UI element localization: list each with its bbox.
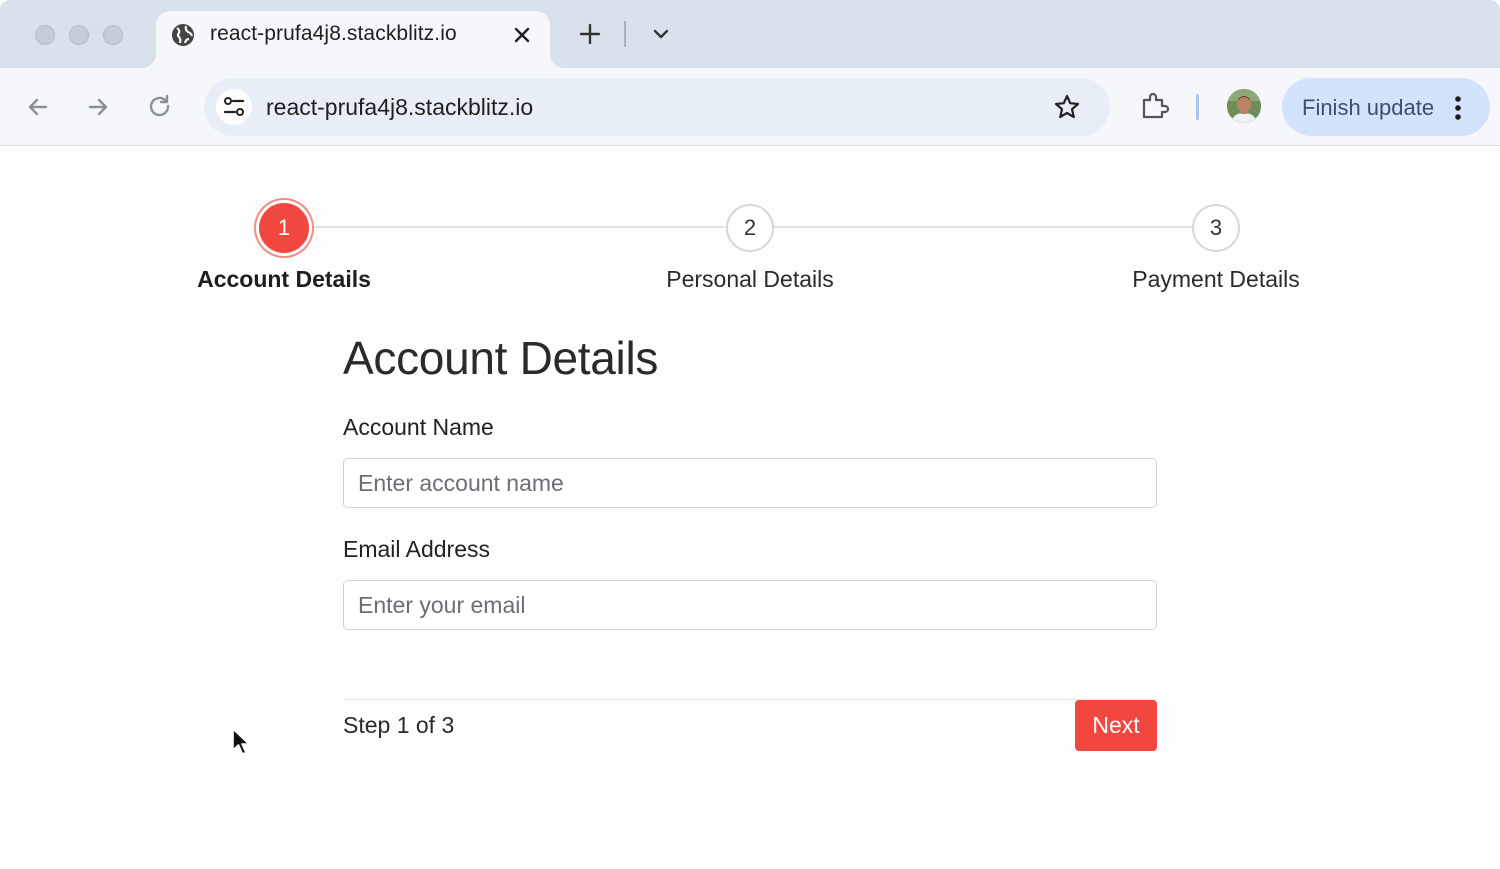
site-settings-icon xyxy=(223,97,245,116)
zoom-window-button[interactable] xyxy=(103,25,123,45)
avatar[interactable] xyxy=(1227,89,1261,123)
form-footer-divider xyxy=(343,699,1157,700)
chevron-down-icon[interactable] xyxy=(650,24,672,44)
step-3-label: Payment Details xyxy=(1132,266,1300,292)
step-1-indicator[interactable]: 1 xyxy=(259,203,309,253)
email-input[interactable] xyxy=(343,580,1157,630)
forward-icon[interactable] xyxy=(84,93,112,121)
star-icon[interactable] xyxy=(1053,93,1081,121)
globe-icon xyxy=(172,24,194,46)
browser-toolbar: react-prufa4j8.stackblitz.io Finish upda… xyxy=(0,68,1500,146)
next-button[interactable]: Next xyxy=(1075,700,1157,751)
minimize-window-button[interactable] xyxy=(69,25,89,45)
stepper-connector xyxy=(750,226,1216,228)
tab-strip: react-prufa4j8.stackblitz.io xyxy=(0,0,1500,68)
step-2-indicator[interactable]: 2 xyxy=(726,204,774,252)
profile-picture xyxy=(1227,89,1261,123)
url-text: react-prufa4j8.stackblitz.io xyxy=(266,94,534,120)
toolbar-separator xyxy=(1196,94,1199,120)
finish-update-button[interactable]: Finish update xyxy=(1282,78,1490,136)
close-icon[interactable] xyxy=(510,23,534,47)
address-bar[interactable]: react-prufa4j8.stackblitz.io xyxy=(204,78,1110,136)
tab-separator xyxy=(624,21,626,47)
page-content: 1 2 3 Account Details Personal Details P… xyxy=(0,147,1500,869)
step-progress-text: Step 1 of 3 xyxy=(343,712,455,738)
form-title: Account Details xyxy=(343,332,659,384)
browser-tab[interactable]: react-prufa4j8.stackblitz.io xyxy=(156,11,550,68)
plus-icon[interactable] xyxy=(577,21,603,47)
step-3-indicator[interactable]: 3 xyxy=(1192,204,1240,252)
reload-icon[interactable] xyxy=(146,93,174,121)
back-icon[interactable] xyxy=(24,93,52,121)
tab-title: react-prufa4j8.stackblitz.io xyxy=(210,22,457,45)
stepper-connector xyxy=(284,226,750,228)
step-2-label: Personal Details xyxy=(666,266,834,292)
kebab-icon[interactable] xyxy=(1454,95,1462,121)
site-settings-button[interactable] xyxy=(216,89,252,125)
close-window-button[interactable] xyxy=(35,25,55,45)
account-name-input[interactable] xyxy=(343,458,1157,508)
email-address-label: Email Address xyxy=(343,536,491,562)
cursor-icon xyxy=(232,728,250,755)
step-1-label: Account Details xyxy=(197,266,371,292)
extensions-icon[interactable] xyxy=(1139,91,1169,121)
finish-update-label: Finish update xyxy=(1302,95,1435,120)
account-name-label: Account Name xyxy=(343,414,494,440)
